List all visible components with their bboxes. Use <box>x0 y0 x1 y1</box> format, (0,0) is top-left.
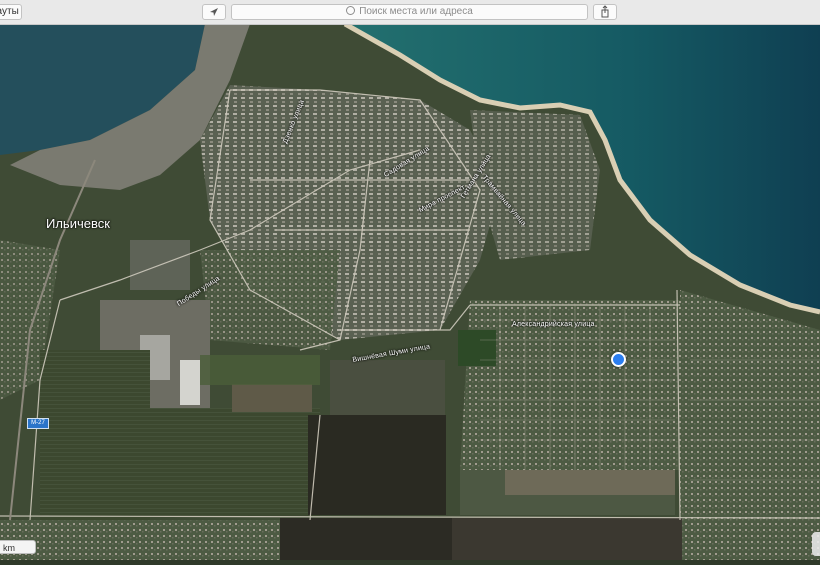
routes-button[interactable]: рауты <box>0 4 22 20</box>
share-button[interactable] <box>593 4 617 20</box>
scale-selector[interactable]: km <box>0 540 36 554</box>
zoom-control[interactable] <box>812 532 820 556</box>
satellite-map[interactable]: Ильичевск Дзенко улица Садовая улица Мир… <box>0 21 820 560</box>
toolbar: рауты Поиск места или адреса <box>0 0 820 25</box>
scale-label: km <box>3 543 15 553</box>
search-input[interactable]: Поиск места или адреса <box>231 4 588 20</box>
street-label-aleksandriyskaya: Александрийская улица <box>512 321 595 328</box>
search-placeholder: Поиск места или адреса <box>359 6 473 17</box>
current-location-pin[interactable] <box>611 352 626 367</box>
map-imagery <box>0 21 820 560</box>
location-arrow-icon <box>210 8 218 16</box>
current-location-button[interactable] <box>202 4 226 20</box>
city-label: Ильичевск <box>46 216 110 231</box>
highway-shield: M-27 <box>27 418 49 429</box>
search-icon <box>346 6 356 15</box>
share-icon <box>601 5 609 18</box>
